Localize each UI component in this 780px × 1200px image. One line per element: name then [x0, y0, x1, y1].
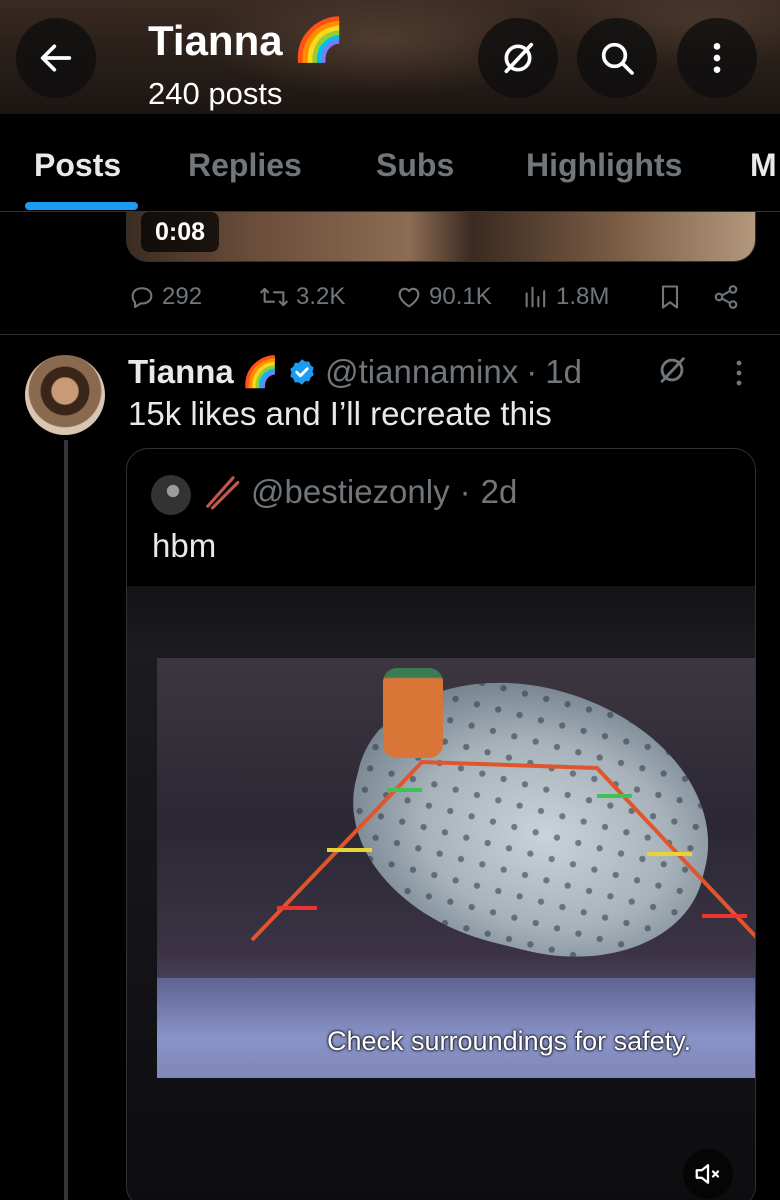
post-grok-button[interactable]: [655, 353, 689, 392]
grok-button[interactable]: [478, 18, 558, 98]
repost-button[interactable]: 3.2K: [258, 283, 345, 311]
repost-icon: [260, 287, 288, 307]
profile-name: Tianna 🌈: [148, 16, 345, 65]
previous-post-video[interactable]: 0:08: [126, 212, 756, 262]
author-name[interactable]: Tianna: [128, 353, 234, 391]
video-caption: Check surroundings for safety.: [327, 1026, 692, 1056]
more-button[interactable]: [677, 18, 757, 98]
post-divider: [0, 334, 780, 335]
view-count: 1.8M: [556, 283, 610, 310]
profile-header: Tianna 🌈 240 posts: [0, 0, 780, 114]
quoted-video[interactable]: Check surroundings for safety.: [127, 586, 755, 1200]
tab-posts[interactable]: Posts: [34, 147, 121, 184]
quoted-time: 2d: [480, 473, 518, 510]
post-text: 15k likes and I’ll recreate this: [128, 395, 552, 432]
grok-icon: [504, 42, 534, 74]
quoted-text: hbm: [152, 527, 217, 564]
tab-highlights[interactable]: Highlights: [526, 147, 682, 184]
bookmark-button[interactable]: [656, 283, 684, 311]
video-duration: 0:08: [141, 212, 220, 252]
tab-subs[interactable]: Subs: [376, 147, 454, 184]
views-button[interactable]: 1.8M: [522, 283, 609, 311]
bookmark-icon: [661, 285, 679, 309]
reply-button[interactable]: 292: [128, 283, 202, 311]
tab-replies[interactable]: Replies: [188, 147, 302, 184]
search-button[interactable]: [577, 18, 657, 98]
share-button[interactable]: [712, 283, 740, 311]
author-avatar[interactable]: [25, 355, 105, 435]
quoted-handle: @bestiezonly: [251, 473, 450, 510]
chopsticks-icon: [206, 476, 240, 510]
like-button[interactable]: 90.1K: [395, 283, 492, 311]
post-count: 240 posts: [148, 76, 283, 111]
tab-more[interactable]: M: [750, 147, 777, 184]
profile-name-emoji: 🌈: [292, 16, 345, 63]
more-vertical-icon: [713, 43, 721, 73]
quoted-post[interactable]: @bestiezonly · 2d hbm Check surroundings…: [126, 448, 756, 1200]
active-tab-indicator: [25, 202, 138, 210]
quoted-time-separator: ·: [459, 473, 471, 510]
mute-icon: [695, 1164, 720, 1184]
reply-icon: [131, 287, 153, 308]
post-more-button[interactable]: [722, 356, 756, 395]
previous-post-actions: 292 3.2K 90.1K 1.8M: [0, 283, 780, 319]
author-handle[interactable]: @tiannaminx: [325, 353, 518, 391]
backup-camera-screen: Check surroundings for safety.: [157, 658, 755, 1078]
profile-name-text: Tianna: [148, 16, 283, 64]
time-separator: ·: [526, 353, 538, 390]
back-arrow-icon: [40, 44, 72, 72]
post-header: Tianna 🌈 @tiannaminx · 1d: [128, 350, 582, 394]
more-vertical-icon: [736, 360, 742, 386]
reply-count: 292: [162, 283, 203, 310]
quoted-post-header: @bestiezonly · 2d: [203, 473, 517, 511]
repost-count: 3.2K: [296, 283, 346, 310]
quoted-author-avatar: [151, 475, 191, 515]
grok-icon: [660, 357, 685, 383]
parking-guide-lines: [250, 759, 755, 942]
back-button[interactable]: [16, 18, 96, 98]
thread-line: [64, 440, 68, 1200]
author-emoji: 🌈: [241, 355, 280, 389]
share-icon: [714, 285, 738, 309]
profile-tabs: Posts Replies Subs Highlights M: [0, 114, 780, 212]
search-icon: [601, 42, 634, 75]
post-time[interactable]: 1d: [545, 353, 582, 391]
like-icon: [398, 287, 420, 308]
mute-button[interactable]: [683, 1149, 733, 1199]
verified-badge-icon: [290, 359, 314, 385]
views-icon: [525, 286, 546, 308]
like-count: 90.1K: [429, 283, 492, 310]
